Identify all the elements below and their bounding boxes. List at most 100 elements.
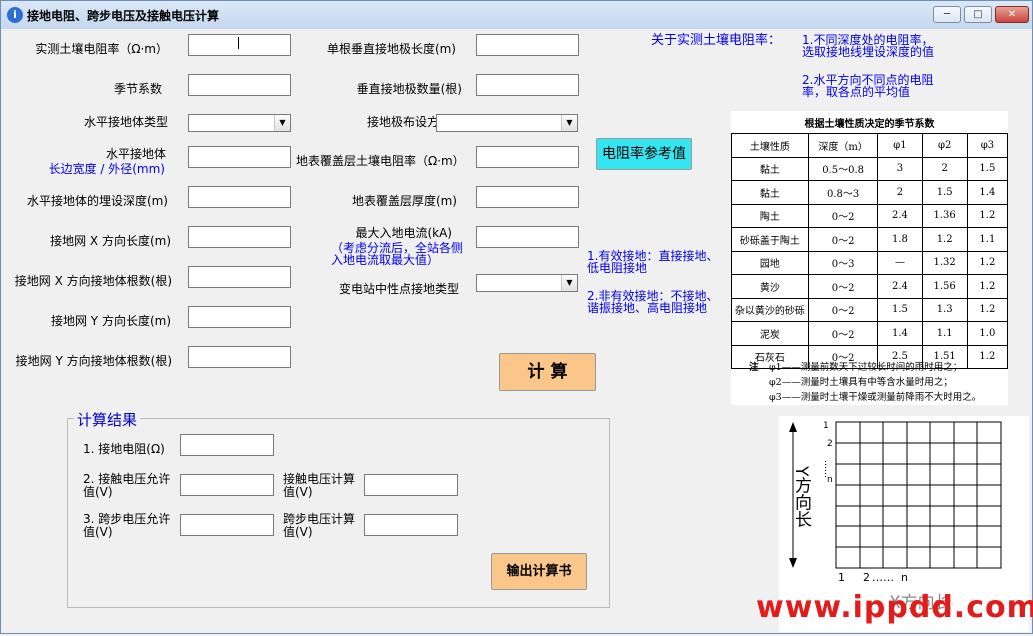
table-cell: 1.5: [921, 180, 968, 205]
table-row: 黏土 0.5～0.8 3 2 1.5: [731, 156, 1009, 181]
y-tick-1: 1: [823, 421, 829, 431]
soil-note-2b: 率，取各点的平均值: [802, 85, 911, 99]
soil-note-1b: 选取接地线埋设深度的值: [802, 45, 935, 59]
resistivity-ref-button[interactable]: 电阻率参考值: [596, 138, 692, 170]
table-cell: 黄沙: [731, 274, 809, 299]
table-cell: 1.32: [921, 250, 968, 275]
table-cell: 2: [877, 180, 923, 205]
soil-resistivity-input[interactable]: [188, 34, 291, 56]
table-cell: 2.4: [877, 203, 923, 228]
max-current-input[interactable]: [476, 226, 579, 248]
grid-y-length-input[interactable]: [188, 306, 291, 328]
step-allow-output[interactable]: [180, 514, 274, 536]
season-coef-input[interactable]: [188, 74, 291, 96]
step-allow-label: 3. 跨步电压允许 值(V): [83, 512, 171, 539]
layout-mode-label: 接地极布设方式: [366, 115, 451, 129]
table-cell: 0.5～0.8: [807, 156, 879, 181]
cover-resistivity-input[interactable]: [476, 146, 579, 168]
vert-length-input[interactable]: [476, 34, 579, 56]
table-cell: 黏土: [731, 180, 809, 205]
grid-y-count-label: 接地网 Y 方向接地体根数(根): [15, 354, 172, 368]
horiz-width-input[interactable]: [188, 146, 291, 168]
layout-mode-select[interactable]: ▼: [436, 114, 578, 132]
table-cell: 1.3: [921, 297, 968, 322]
table-cell: 0.8～3: [807, 180, 879, 205]
table-cell: 杂以黄沙的砂砾: [731, 297, 809, 322]
table-cell: 1.1: [966, 227, 1009, 252]
table-cell: 0～2: [807, 321, 879, 346]
horiz-type-label: 水平接地体类型: [83, 115, 168, 129]
table-cell: φ2: [921, 133, 968, 158]
cover-resistivity-label: 地表覆盖层土壤电阻率（Ω·m）: [296, 154, 465, 168]
grid-y-length-label: 接地网 Y 方向长度(m): [50, 314, 171, 328]
vert-count-input[interactable]: [476, 74, 579, 96]
table-cell: 1.2: [966, 344, 1009, 369]
touch-allow-label: 2. 接触电压允许 值(V): [83, 472, 171, 499]
calculate-button[interactable]: 计 算: [499, 353, 596, 391]
season-coef-label: 季节系数: [113, 82, 162, 96]
table-cell: 2.4: [877, 274, 923, 299]
season-table-header: 土壤性质 深度（m） φ1 φ2 φ3: [731, 133, 1009, 158]
table-row: 黏土 0.8～3 2 1.5 1.4: [731, 180, 1009, 205]
table-cell: 1.56: [921, 274, 968, 299]
y-tick-n: n: [827, 475, 833, 485]
season-coef-table: 根据土壤性质决定的季节系数 土壤性质 深度（m） φ1 φ2 φ3 黏土 0.5～0.8 3 2…: [731, 111, 1009, 405]
table-cell: 0～2: [807, 203, 879, 228]
chevron-down-icon[interactable]: ▼: [561, 275, 577, 291]
maximize-button[interactable]: □: [964, 6, 992, 23]
horiz-depth-input[interactable]: [188, 186, 291, 208]
grid-x-count-label: 接地网 X 方向接地体根数(根): [14, 274, 172, 288]
title-bar[interactable]: i 接地电阻、跨步电压及接触电压计算 ─ □ ✕: [1, 1, 1032, 29]
step-calc-output[interactable]: [364, 514, 458, 536]
result-resistance-output[interactable]: [180, 434, 274, 456]
neutral-type-select[interactable]: ▼: [476, 274, 578, 292]
table-cell: 0～2: [807, 227, 879, 252]
text-caret: [238, 37, 239, 49]
cover-thickness-label: 地表覆盖层厚度(m): [351, 194, 457, 208]
grid-y-count-input[interactable]: [188, 346, 291, 368]
season-table: 土壤性质 深度（m） φ1 φ2 φ3 黏土 0.5～0.8 3 2 1.5 黏土 0.8～3 2 1.5…: [731, 133, 1009, 369]
step-calc-label: 跨步电压计算 值(V): [283, 512, 356, 539]
table-cell: 陶土: [731, 203, 809, 228]
horiz-type-select[interactable]: ▼: [188, 114, 291, 132]
table-cell: —: [877, 250, 923, 275]
table-row: 泥炭 0～2 1.4 1.1 1.0: [731, 321, 1009, 346]
soil-resistivity-label: 实测土壤电阻率（Ω·m）: [35, 42, 168, 56]
touch-calc-output[interactable]: [364, 474, 458, 496]
table-cell: φ3: [966, 133, 1009, 158]
touch-calc-label: 接触电压计算 值(V): [283, 472, 356, 499]
chevron-down-icon[interactable]: ▼: [274, 115, 290, 131]
cover-thickness-input[interactable]: [476, 186, 579, 208]
table-cell: 砂砾盖于陶土: [731, 227, 809, 252]
table-row: 杂以黄沙的砂砾 0～2 1.5 1.3 1.2: [731, 297, 1009, 322]
info-icon: i: [7, 7, 23, 23]
chevron-down-icon[interactable]: ▼: [561, 115, 577, 131]
table-cell: 1.5: [966, 156, 1009, 181]
table-cell: 1.1: [921, 321, 968, 346]
max-current-note-2: 入地电流取最大值）: [331, 253, 440, 267]
table-cell: 0～2: [807, 297, 879, 322]
arrow-up-icon: [789, 422, 797, 432]
table-cell: 1.2: [921, 227, 968, 252]
table-row: 园地 0～3—1.32 1.2: [731, 250, 1009, 275]
table-cell: 1.2: [966, 274, 1009, 299]
close-button[interactable]: ✕: [995, 6, 1029, 23]
table-cell: 1.36: [921, 203, 968, 228]
minimize-button[interactable]: ─: [933, 6, 961, 23]
table-cell: 0～3: [807, 250, 879, 275]
grid-x-length-label: 接地网 X 方向长度(m): [50, 234, 171, 248]
horiz-width-sublabel: 长边宽度 / 外径(mm): [48, 162, 165, 176]
grid-x-count-input[interactable]: [188, 266, 291, 288]
vert-length-label: 单根垂直接地极长度(m): [326, 42, 456, 56]
table-cell: 泥炭: [731, 321, 809, 346]
table-cell: 1.5: [877, 297, 923, 322]
y-tick-2: 2: [827, 439, 833, 449]
table-cell: 黏土: [731, 156, 809, 181]
table-row: 陶土 0～2 2.4 1.36 1.2: [731, 203, 1009, 228]
table-cell: 0～2: [807, 274, 879, 299]
result-resistance-label: 1. 接地电阻(Ω): [83, 442, 165, 456]
y-axis-label: Y方向长: [791, 465, 812, 527]
grid-x-length-input[interactable]: [188, 226, 291, 248]
x-tick-n: n: [901, 571, 908, 584]
touch-allow-output[interactable]: [180, 474, 274, 496]
